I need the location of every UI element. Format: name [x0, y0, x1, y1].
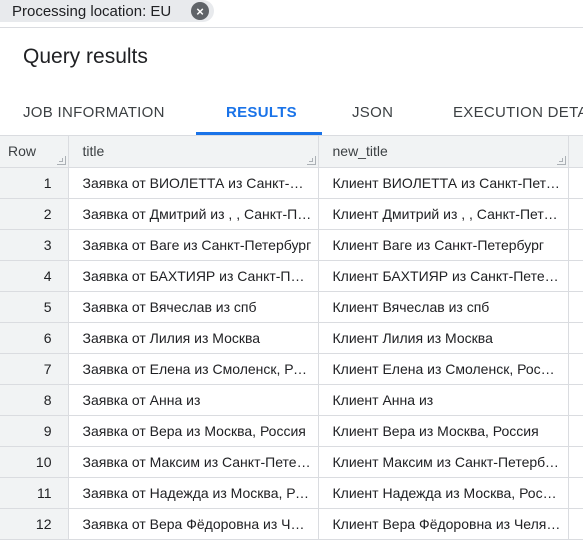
column-header-new-title-label: new_title: [332, 143, 388, 160]
table-row[interactable]: 1Заявка от ВИОЛЕТТА из Санкт-ПетербургКл…: [0, 167, 583, 199]
new-title-cell[interactable]: Клиент БАХТИЯР из Санкт-Петербург: [318, 260, 569, 292]
table-row[interactable]: 3 Заявка от Ваге из Санкт-Петербург Клиент…: [0, 229, 583, 261]
filler-cell: [568, 291, 583, 323]
new-title-cell[interactable]: Клиент ВИОЛЕТТА из Санкт-Петербург: [318, 167, 569, 199]
title-cell[interactable]: Заявка от Ваге из Санкт-Петербург: [68, 229, 319, 261]
table-row[interactable]: 12Заявка от Вера Фёдоровна из ЧелябинскК…: [0, 508, 583, 540]
row-number-cell[interactable]: 2: [0, 198, 69, 230]
tab-job-information[interactable]: JOB INFORMATION: [23, 90, 165, 135]
column-header-row-label: Row: [8, 143, 37, 160]
table-row[interactable]: 11 Заявка от Надежда из Москва, Россия Кли…: [0, 477, 583, 509]
new-title-cell[interactable]: Клиент Анна из: [318, 384, 569, 416]
title-cell[interactable]: Заявка от Максим из Санкт-Петербург: [68, 446, 319, 478]
table-header-row: Row title new_title: [0, 136, 583, 168]
table-row[interactable]: 6 Заявка от Лилия из Москва Клиент Лилия и…: [0, 322, 583, 354]
filler-cell: [568, 508, 583, 540]
table-row[interactable]: 4Заявка от БАХТИЯР из Санкт-ПетербургКли…: [0, 260, 583, 292]
row-number-cell[interactable]: 3: [0, 229, 69, 261]
row-number-cell[interactable]: 4: [0, 260, 69, 292]
column-header-title-label: title: [82, 143, 105, 160]
results-table: Row title new_title 1 Заявка от ВИОЛЕТТА …: [0, 136, 583, 548]
new-title-cell[interactable]: Клиент Надежда из Москва, Россия: [318, 477, 569, 509]
title-cell[interactable]: Заявка от Вячеслав из спб: [68, 291, 319, 323]
new-title-cell[interactable]: Клиент Елена из Смоленск, Россия: [318, 353, 569, 385]
filler-cell: [568, 167, 583, 199]
title-cell[interactable]: Заявка от Дмитрий из , , Санкт-Петербург: [68, 198, 319, 230]
title-cell[interactable]: Заявка от Елена из Смоленск, Россия: [68, 353, 319, 385]
new-title-cell[interactable]: Клиент Вера из Москва, Россия: [318, 415, 569, 447]
title-cell[interactable]: Заявка от Лилия из Москва: [68, 322, 319, 354]
processing-location-chip: Processing location: EU ×: [0, 0, 214, 22]
close-icon[interactable]: ×: [191, 2, 209, 20]
title-cell[interactable]: Заявка от Надежда из Москва, Россия: [68, 477, 319, 509]
column-resize-handle[interactable]: [306, 155, 316, 165]
filler-cell: [568, 384, 583, 416]
column-header-filler: [568, 136, 583, 168]
new-title-cell[interactable]: Клиент Вячеслав из спб: [318, 291, 569, 323]
row-number-cell[interactable]: 8: [0, 384, 69, 416]
filler-cell: [568, 322, 583, 354]
divider: [0, 27, 583, 28]
table-row[interactable]: 5 Заявка от Вячеслав из спб Клиент Вячесла…: [0, 291, 583, 323]
title-cell[interactable]: Заявка от Анна из: [68, 384, 319, 416]
row-number-cell[interactable]: 7: [0, 353, 69, 385]
table-row[interactable]: 7 Заявка от Елена из Смоленск, Россия Клие…: [0, 353, 583, 385]
title-cell[interactable]: Заявка от ВИОЛЕТТА из Санкт-Петербург: [68, 167, 319, 199]
new-title-cell[interactable]: Клиент Максим из Санкт-Петербург: [318, 446, 569, 478]
row-number-cell[interactable]: 6: [0, 322, 69, 354]
tab-results[interactable]: RESULTS: [226, 90, 297, 135]
filler-cell: [568, 260, 583, 292]
table-row[interactable]: 8 Заявка от Анна из Клиент Анна из: [0, 384, 583, 416]
title-cell[interactable]: Заявка от БАХТИЯР из Санкт-Петербург: [68, 260, 319, 292]
active-tab-indicator: [196, 132, 322, 135]
results-tabs: JOB INFORMATION RESULTS JSON EXECUTION D…: [0, 90, 583, 136]
filler-cell: [568, 353, 583, 385]
filler-cell: [568, 229, 583, 261]
table-row[interactable]: 9 Заявка от Вера из Москва, Россия Клиент …: [0, 415, 583, 447]
new-title-cell[interactable]: Клиент Ваге из Санкт-Петербург: [318, 229, 569, 261]
row-number-cell[interactable]: 10: [0, 446, 69, 478]
tab-json[interactable]: JSON: [352, 90, 393, 135]
table-row[interactable]: 10 Заявка от Максим из Санкт-Петербург Кли…: [0, 446, 583, 478]
row-number-cell[interactable]: 9: [0, 415, 69, 447]
title-cell[interactable]: Заявка от Вера Фёдоровна из Челябинск: [68, 508, 319, 540]
table-row[interactable]: 2Заявка от Дмитрий из , , Санкт-Петербур…: [0, 198, 583, 230]
filler-cell: [568, 477, 583, 509]
row-number-cell[interactable]: 1: [0, 167, 69, 199]
new-title-cell[interactable]: Клиент Дмитрий из , , Санкт-Петербург: [318, 198, 569, 230]
title-cell[interactable]: Заявка от Вера из Москва, Россия: [68, 415, 319, 447]
column-header-row[interactable]: Row: [0, 136, 69, 168]
column-header-title[interactable]: title: [68, 136, 319, 168]
column-resize-handle[interactable]: [56, 155, 66, 165]
row-number-cell[interactable]: 5: [0, 291, 69, 323]
column-header-new-title[interactable]: new_title: [318, 136, 569, 168]
new-title-cell[interactable]: Клиент Лилия из Москва: [318, 322, 569, 354]
filler-cell: [568, 198, 583, 230]
row-number-cell[interactable]: 11: [0, 477, 69, 509]
page-title: Query results: [23, 45, 148, 68]
tab-execution-details[interactable]: EXECUTION DETA: [453, 90, 583, 135]
processing-location-label: Processing location: EU: [12, 2, 172, 20]
new-title-cell[interactable]: Клиент Вера Фёдоровна из Челябинск: [318, 508, 569, 540]
filler-cell: [568, 446, 583, 478]
column-resize-handle[interactable]: [556, 155, 566, 165]
row-number-cell[interactable]: 12: [0, 508, 69, 540]
filler-cell: [568, 415, 583, 447]
